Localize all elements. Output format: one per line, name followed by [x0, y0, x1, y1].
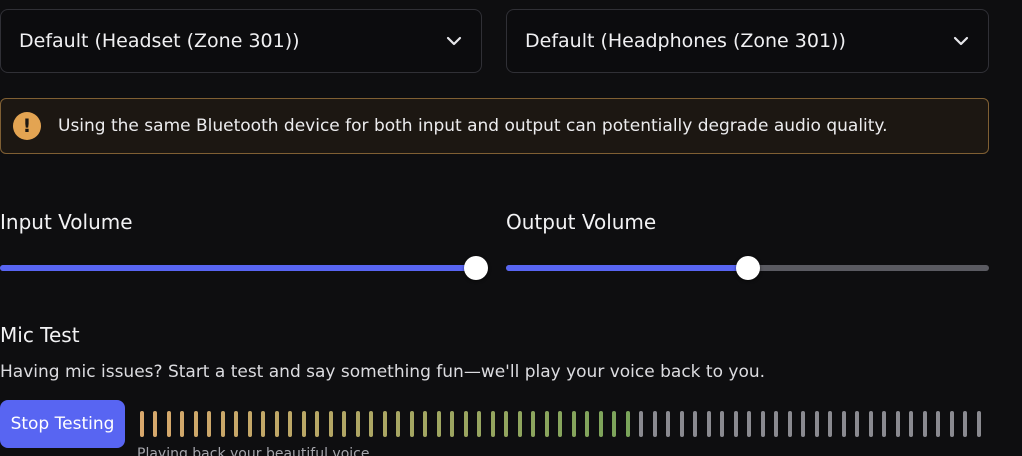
- meter-bar: [355, 411, 360, 437]
- meter-bar: [936, 411, 941, 437]
- meter-bar: [882, 411, 887, 437]
- meter-bar: [693, 411, 698, 437]
- output-volume-label: Output Volume: [506, 210, 657, 234]
- mic-test-title: Mic Test: [0, 323, 80, 347]
- stop-testing-button[interactable]: Stop Testing: [0, 400, 125, 448]
- meter-bar: [369, 411, 374, 437]
- meter-bar: [639, 411, 644, 437]
- meter-bar: [625, 411, 630, 437]
- meter-bar: [504, 411, 509, 437]
- meter-bar: [207, 411, 212, 437]
- meter-bar: [328, 411, 333, 437]
- meter-bar: [976, 411, 981, 437]
- meter-bar: [140, 411, 144, 437]
- meter-bar: [814, 411, 819, 437]
- meter-bar: [909, 411, 914, 437]
- chevron-down-icon: [445, 32, 463, 50]
- meter-bar: [841, 411, 846, 437]
- meter-bar: [247, 411, 252, 437]
- chevron-down-icon: [952, 32, 970, 50]
- mic-test-status: Playing back your beautiful voice: [137, 446, 370, 456]
- bluetooth-warning-banner: ! Using the same Bluetooth device for bo…: [0, 98, 989, 154]
- meter-bar: [558, 411, 563, 437]
- meter-bar: [801, 411, 806, 437]
- meter-bar: [180, 411, 185, 437]
- meter-bar: [342, 411, 347, 437]
- output-device-value: Default (Headphones (Zone 301)): [525, 30, 846, 52]
- slider-knob[interactable]: [464, 256, 488, 280]
- warning-message: Using the same Bluetooth device for both…: [58, 116, 888, 136]
- meter-bar: [274, 411, 279, 437]
- meter-bar: [720, 411, 725, 437]
- meter-bar: [450, 411, 455, 437]
- meter-bar: [301, 411, 306, 437]
- meter-bar: [787, 411, 792, 437]
- meter-bar: [706, 411, 711, 437]
- meter-bar: [612, 411, 617, 437]
- meter-bar: [220, 411, 225, 437]
- output-volume-slider[interactable]: [506, 256, 989, 280]
- meter-bar: [571, 411, 576, 437]
- voice-settings-panel: Default (Headset (Zone 301)) Default (He…: [0, 0, 1022, 456]
- meter-bar: [963, 411, 968, 437]
- meter-bar: [855, 411, 860, 437]
- meter-bar: [531, 411, 536, 437]
- meter-bar: [544, 411, 549, 437]
- meter-bar: [679, 411, 684, 437]
- meter-bar: [261, 411, 266, 437]
- meter-bar: [463, 411, 468, 437]
- meter-bar: [760, 411, 765, 437]
- meter-bar: [949, 411, 954, 437]
- meter-bar: [868, 411, 873, 437]
- meter-bar: [436, 411, 441, 437]
- meter-bar: [477, 411, 482, 437]
- input-device-select[interactable]: Default (Headset (Zone 301)): [0, 9, 482, 73]
- slider-knob[interactable]: [735, 256, 760, 280]
- meter-bar: [747, 411, 752, 437]
- meter-bar: [382, 411, 387, 437]
- meter-bar: [153, 411, 158, 437]
- exclamation-icon: !: [13, 112, 41, 140]
- input-volume-slider[interactable]: [0, 256, 488, 280]
- meter-bar: [598, 411, 603, 437]
- mic-test-description: Having mic issues? Start a test and say …: [0, 362, 766, 382]
- meter-bar: [396, 411, 401, 437]
- slider-fill: [0, 265, 476, 271]
- meter-bar: [517, 411, 522, 437]
- meter-bar: [585, 411, 590, 437]
- input-device-value: Default (Headset (Zone 301)): [19, 30, 300, 52]
- mic-level-meter: [140, 411, 990, 437]
- meter-bar: [922, 411, 927, 437]
- meter-bar: [234, 411, 239, 437]
- meter-bar: [193, 411, 198, 437]
- slider-fill: [506, 265, 748, 271]
- meter-bar: [652, 411, 657, 437]
- meter-bar: [895, 411, 900, 437]
- meter-bar: [315, 411, 320, 437]
- meter-bar: [409, 411, 414, 437]
- output-device-select[interactable]: Default (Headphones (Zone 301)): [506, 9, 989, 73]
- input-volume-label: Input Volume: [0, 210, 133, 234]
- meter-bar: [666, 411, 671, 437]
- meter-bar: [490, 411, 495, 437]
- meter-bar: [828, 411, 833, 437]
- meter-bar: [774, 411, 779, 437]
- meter-bar: [288, 411, 293, 437]
- meter-bar: [166, 411, 171, 437]
- meter-bar: [733, 411, 738, 437]
- meter-bar: [423, 411, 428, 437]
